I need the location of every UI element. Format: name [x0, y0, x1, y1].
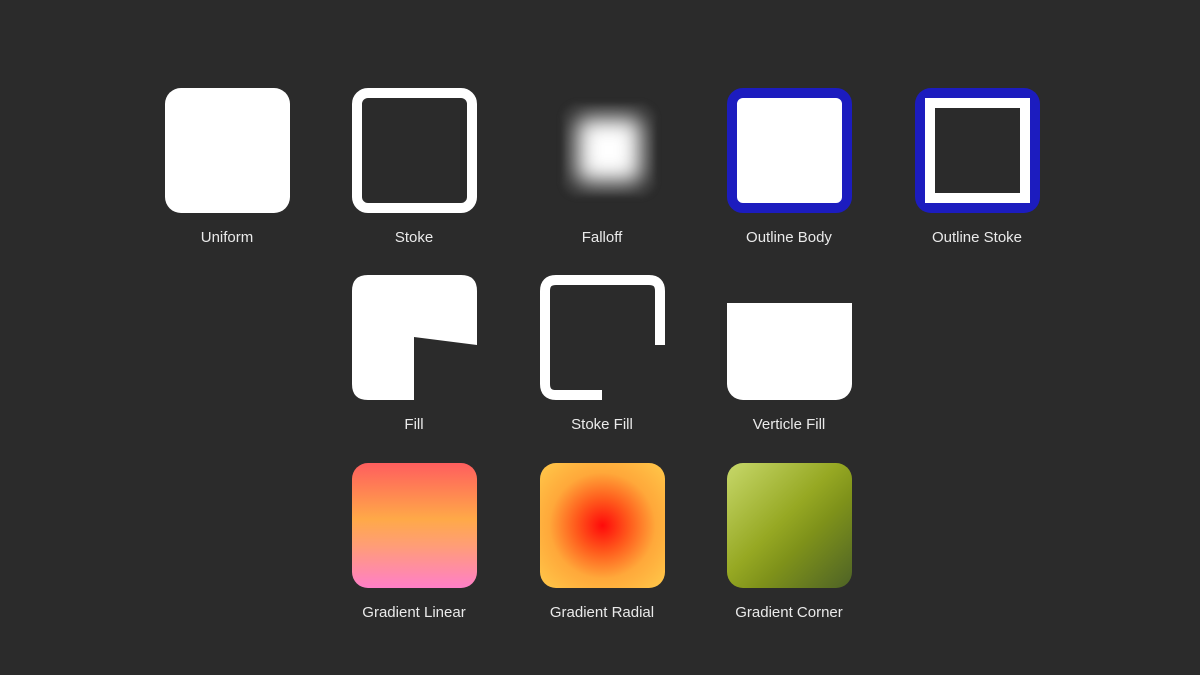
falloff-swatch: [563, 104, 655, 196]
uniform-label: Uniform: [200, 229, 254, 246]
outline-stoke-label: Outline Stoke: [931, 229, 1023, 246]
style-tile-outline-body[interactable]: Outline Body: [695, 88, 883, 263]
stoke-swatch: [352, 88, 477, 213]
style-tile-stoke[interactable]: Stoke: [320, 88, 508, 263]
gradient-radial-swatch: [540, 463, 665, 588]
gradient-corner-label: Gradient Corner: [735, 604, 843, 621]
style-tile-gradient-linear[interactable]: Gradient Linear: [320, 463, 508, 638]
style-tile-gradient-corner[interactable]: Gradient Corner: [695, 463, 883, 638]
stoke-fill-label: Stoke Fill: [571, 416, 633, 433]
stoke-label: Stoke: [394, 229, 434, 246]
style-gallery: Uniform Stoke Falloff Outline Body Outli…: [0, 0, 1200, 675]
outline-body-swatch: [727, 88, 852, 213]
stoke-fill-swatch: [540, 275, 665, 400]
verticle-fill-label: Verticle Fill: [752, 416, 826, 433]
style-tile-falloff[interactable]: Falloff: [508, 88, 696, 263]
fill-swatch: [352, 275, 477, 400]
uniform-swatch: [165, 88, 290, 213]
gradient-linear-swatch: [352, 463, 477, 588]
style-tile-outline-stoke[interactable]: Outline Stoke: [883, 88, 1071, 263]
fill-label: Fill: [404, 416, 424, 433]
outline-body-label: Outline Body: [746, 229, 832, 246]
gradient-corner-swatch: [727, 463, 852, 588]
style-tile-verticle-fill[interactable]: Verticle Fill: [695, 275, 883, 450]
style-tile-uniform[interactable]: Uniform: [133, 88, 321, 263]
verticle-fill-swatch: [727, 303, 852, 400]
style-tile-gradient-radial[interactable]: Gradient Radial: [508, 463, 696, 638]
falloff-label: Falloff: [581, 229, 623, 246]
style-tile-stoke-fill[interactable]: Stoke Fill: [508, 275, 696, 450]
outline-stoke-inner-ring: [925, 98, 1030, 203]
gradient-linear-label: Gradient Linear: [362, 604, 466, 621]
gradient-radial-label: Gradient Radial: [549, 604, 655, 621]
style-tile-fill[interactable]: Fill: [320, 275, 508, 450]
outline-stoke-swatch: [915, 88, 1040, 213]
